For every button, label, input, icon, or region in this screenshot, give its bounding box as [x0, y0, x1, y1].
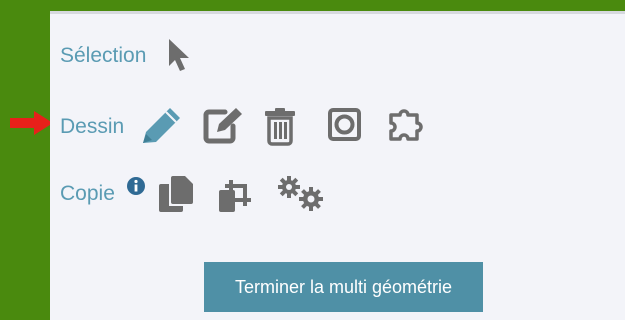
info-circle-icon[interactable] [126, 176, 146, 196]
tool-panel: Sélection Dessin Copie Terminer la multi… [50, 11, 625, 320]
copy-pages-icon[interactable] [155, 174, 197, 214]
drawing-row: Dessin [60, 116, 124, 137]
finish-multi-geometry-button[interactable]: Terminer la multi géométrie [204, 262, 483, 312]
red-arrow-icon [8, 110, 54, 141]
edit-square-icon[interactable] [203, 106, 243, 144]
selection-label: Sélection [60, 44, 147, 67]
puzzle-piece-icon[interactable] [387, 107, 427, 143]
selection-row: Sélection [60, 45, 146, 66]
gears-icon[interactable] [276, 174, 326, 214]
circle-in-square-icon[interactable] [327, 107, 363, 143]
trash-icon[interactable] [263, 106, 299, 146]
cursor-arrow-icon[interactable] [167, 38, 193, 72]
copy-row: Copie [60, 183, 115, 204]
pencil-icon[interactable] [140, 106, 182, 146]
crop-copy-icon[interactable] [215, 176, 257, 216]
drawing-label: Dessin [60, 115, 125, 138]
copy-label: Copie [60, 182, 115, 205]
